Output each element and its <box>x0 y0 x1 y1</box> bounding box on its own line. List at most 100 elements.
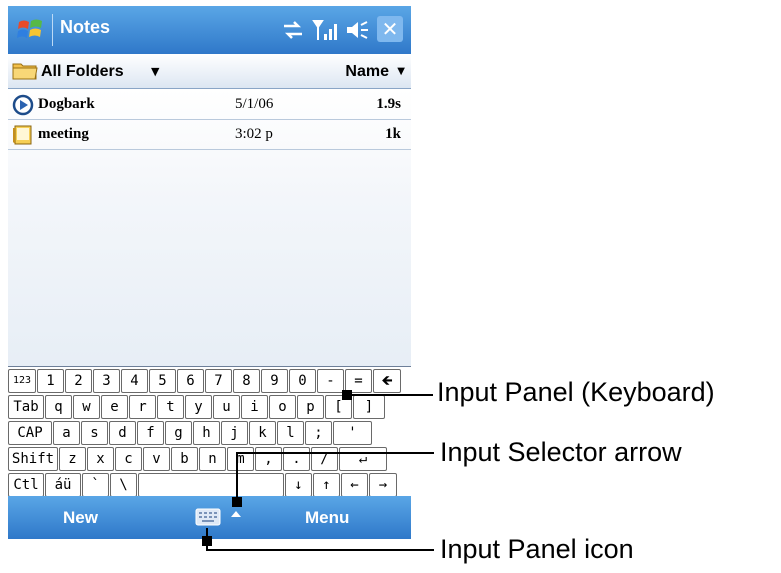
note-date: 3:02 p <box>235 126 273 142</box>
callout-input-panel-icon: Input Panel icon <box>440 534 634 564</box>
key-0[interactable]: 0 <box>289 369 316 393</box>
key-s[interactable]: s <box>81 421 108 445</box>
key-123[interactable]: 123 <box>8 369 36 393</box>
list-item[interactable]: meeting 3:02 p 1k <box>8 121 411 150</box>
key-z[interactable]: z <box>59 447 86 471</box>
windows-start-icon[interactable] <box>16 16 46 44</box>
note-size: 1.9s <box>376 96 401 112</box>
key-f[interactable]: f <box>137 421 164 445</box>
key-period[interactable]: . <box>283 447 310 471</box>
keyboard-row-home: CAP a s d f g h j k l ; ' <box>8 421 411 447</box>
arrow-right-key[interactable]: → <box>369 473 397 497</box>
callout-marker <box>232 497 242 507</box>
key-9[interactable]: 9 <box>261 369 288 393</box>
key-u[interactable]: u <box>213 395 240 419</box>
note-date: 5/1/06 <box>235 96 274 112</box>
notes-list: Dogbark 5/1/06 1.9s meeting 3:02 p 1k <box>8 89 411 366</box>
key-slash[interactable]: / <box>311 447 338 471</box>
note-size: 1k <box>385 126 401 142</box>
list-item[interactable]: Dogbark 5/1/06 1.9s <box>8 91 411 120</box>
callout-line <box>236 452 238 502</box>
key-8[interactable]: 8 <box>233 369 260 393</box>
title-divider <box>52 14 53 46</box>
folder-icon <box>12 63 38 80</box>
key-i[interactable]: i <box>241 395 268 419</box>
keyboard-icon[interactable] <box>195 506 221 528</box>
key-c[interactable]: c <box>115 447 142 471</box>
key-right-bracket[interactable]: ] <box>353 395 385 419</box>
app-title: Notes <box>60 17 111 37</box>
menu-softkey[interactable]: Menu <box>305 508 349 528</box>
key-y[interactable]: y <box>185 395 212 419</box>
voice-note-icon <box>12 94 34 116</box>
key-v[interactable]: v <box>143 447 170 471</box>
note-document-icon <box>13 125 32 145</box>
key-semicolon[interactable]: ; <box>305 421 332 445</box>
callout-input-panel-keyboard: Input Panel (Keyboard) <box>437 377 715 407</box>
keyboard-row-shift: Shift z x c v b n m , . / ↵ <box>8 447 411 473</box>
key-backslash[interactable]: \ <box>110 473 137 497</box>
key-2[interactable]: 2 <box>65 369 92 393</box>
callout-line <box>206 549 434 551</box>
key-tab[interactable]: Tab <box>8 395 44 419</box>
key-comma[interactable]: , <box>255 447 282 471</box>
pocket-pc-screen: Notes ✕ All Folders ▼ Name ▼ Dogbark 5/1… <box>8 6 411 539</box>
folder-bar: All Folders ▼ Name ▼ <box>8 54 411 89</box>
arrow-up-key[interactable]: ↑ <box>313 473 340 497</box>
space-key[interactable] <box>138 473 284 497</box>
key-quote[interactable]: ' <box>333 421 372 445</box>
key-caps[interactable]: CAP <box>8 421 52 445</box>
callout-line <box>347 394 433 396</box>
key-6[interactable]: 6 <box>177 369 204 393</box>
sort-dropdown[interactable]: Name <box>345 63 389 81</box>
callout-line <box>206 528 208 550</box>
arrow-down-key[interactable]: ↓ <box>285 473 312 497</box>
chevron-down-icon[interactable]: ▼ <box>397 66 405 77</box>
note-name: meeting <box>38 126 89 142</box>
close-button[interactable]: ✕ <box>377 16 403 42</box>
key-7[interactable]: 7 <box>205 369 232 393</box>
key-accents[interactable]: áü <box>45 473 81 497</box>
key-shift[interactable]: Shift <box>8 447 58 471</box>
signal-icon[interactable] <box>312 18 338 42</box>
key-m[interactable]: m <box>227 447 254 471</box>
connectivity-icon[interactable] <box>280 18 306 42</box>
key-j[interactable]: j <box>221 421 248 445</box>
key-r[interactable]: r <box>129 395 156 419</box>
key-w[interactable]: w <box>73 395 100 419</box>
key-backtick[interactable]: ` <box>82 473 109 497</box>
key-d[interactable]: d <box>109 421 136 445</box>
soft-keyboard: 123 1 2 3 4 5 6 7 8 9 0 - = 🡸 Tab q w e … <box>8 366 411 497</box>
key-1[interactable]: 1 <box>37 369 64 393</box>
folder-dropdown[interactable]: All Folders <box>41 63 124 81</box>
key-b[interactable]: b <box>171 447 198 471</box>
key-e[interactable]: e <box>101 395 128 419</box>
key-o[interactable]: o <box>269 395 296 419</box>
key-h[interactable]: h <box>193 421 220 445</box>
menu-bar: New Menu <box>8 496 411 539</box>
key-k[interactable]: k <box>249 421 276 445</box>
key-3[interactable]: 3 <box>93 369 120 393</box>
note-name: Dogbark <box>38 96 95 112</box>
new-softkey[interactable]: New <box>63 508 98 528</box>
arrow-left-key[interactable]: ← <box>341 473 368 497</box>
key-4[interactable]: 4 <box>121 369 148 393</box>
chevron-down-icon[interactable]: ▼ <box>151 65 159 78</box>
callout-input-selector-arrow: Input Selector arrow <box>440 437 682 467</box>
key-g[interactable]: g <box>165 421 192 445</box>
key-a[interactable]: a <box>53 421 80 445</box>
key-x[interactable]: x <box>87 447 114 471</box>
backspace-key[interactable]: 🡸 <box>373 369 401 393</box>
speaker-icon[interactable] <box>344 18 370 42</box>
key-q[interactable]: q <box>45 395 72 419</box>
key-t[interactable]: t <box>157 395 184 419</box>
key-5[interactable]: 5 <box>149 369 176 393</box>
key-minus[interactable]: - <box>317 369 344 393</box>
key-n[interactable]: n <box>199 447 226 471</box>
title-bar: Notes ✕ <box>8 6 411 54</box>
key-p[interactable]: p <box>297 395 324 419</box>
key-ctrl[interactable]: Ctl <box>8 473 44 497</box>
enter-key[interactable]: ↵ <box>339 447 387 471</box>
key-l[interactable]: l <box>277 421 304 445</box>
input-selector-arrow-icon[interactable] <box>230 509 242 519</box>
